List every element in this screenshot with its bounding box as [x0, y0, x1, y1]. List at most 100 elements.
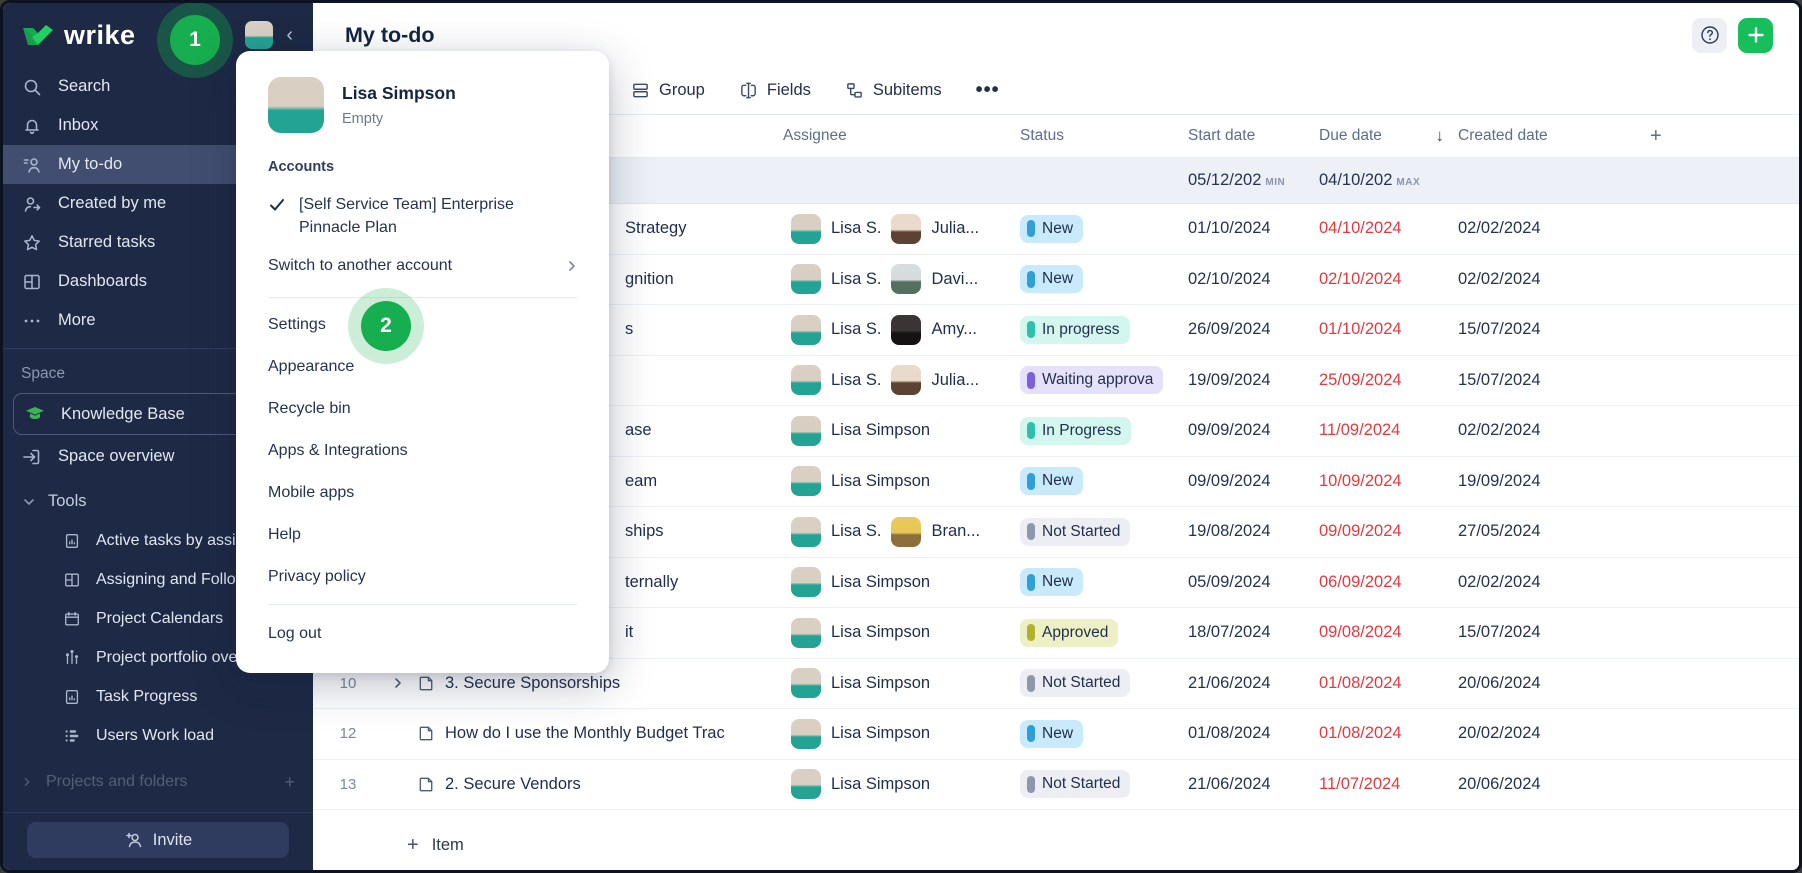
start-date[interactable]: 09/09/2024	[1188, 421, 1319, 440]
add-column-button[interactable]: +	[1640, 125, 1799, 148]
due-date[interactable]: 06/09/2024	[1319, 573, 1458, 592]
add-item-row[interactable]: + Item	[313, 820, 1799, 870]
column-header-start-date[interactable]: Start date	[1188, 127, 1319, 145]
column-header-due-date[interactable]: Due date ↓	[1319, 126, 1458, 146]
status-badge[interactable]: New	[1020, 720, 1083, 748]
table-row[interactable]: 132. Secure VendorsLisa SimpsonNot Start…	[313, 760, 1799, 811]
start-date[interactable]: 01/08/2024	[1188, 724, 1319, 743]
assignee-cell[interactable]: Lisa S.Julia...	[783, 214, 1020, 244]
status-cell: Not Started	[1020, 518, 1188, 546]
menu-item-help[interactable]: Help	[236, 514, 609, 556]
due-date[interactable]: 01/08/2024	[1319, 674, 1458, 693]
due-date[interactable]: 11/07/2024	[1319, 775, 1458, 794]
assignee-cell[interactable]: Lisa Simpson	[783, 466, 1020, 496]
column-header-assignee[interactable]: Assignee	[783, 127, 1020, 145]
user-name: Lisa Simpson	[342, 83, 456, 104]
start-date[interactable]: 21/06/2024	[1188, 775, 1319, 794]
group-label: Group	[659, 81, 705, 100]
due-date[interactable]: 01/10/2024	[1319, 320, 1458, 339]
start-date[interactable]: 05/09/2024	[1188, 573, 1319, 592]
assignee-name: Lisa Simpson	[831, 674, 930, 693]
due-date[interactable]: 04/10/2024	[1319, 219, 1458, 238]
status-badge[interactable]: Not Started	[1020, 669, 1130, 697]
sidebar-item-label: Task Progress	[96, 688, 197, 706]
status-badge[interactable]: Waiting approva	[1020, 366, 1163, 394]
due-date[interactable]: 11/09/2024	[1319, 421, 1458, 440]
task-name[interactable]: 2. Secure Vendors	[445, 775, 783, 794]
due-date[interactable]: 09/08/2024	[1319, 623, 1458, 642]
status-badge[interactable]: New	[1020, 265, 1083, 293]
menu-item-current-account[interactable]: [Self Service Team] Enterprise Pinnacle …	[236, 179, 609, 239]
column-header-created-date[interactable]: Created date	[1458, 127, 1640, 145]
menu-item-recycle-bin[interactable]: Recycle bin	[236, 388, 609, 430]
menu-item-mobile-apps[interactable]: Mobile apps	[236, 472, 609, 514]
due-date[interactable]: 02/10/2024	[1319, 270, 1458, 289]
due-date[interactable]: 01/08/2024	[1319, 724, 1458, 743]
assignee-cell[interactable]: Lisa Simpson	[783, 719, 1020, 749]
created-date: 02/02/2024	[1458, 219, 1640, 238]
task-name[interactable]: 3. Secure Sponsorships	[445, 674, 783, 693]
status-badge[interactable]: New	[1020, 568, 1083, 596]
invite-button[interactable]: Invite	[27, 822, 289, 858]
due-date[interactable]: 10/09/2024	[1319, 472, 1458, 491]
menu-item-privacy-policy[interactable]: Privacy policy	[236, 556, 609, 598]
avatar-lisa	[791, 719, 821, 749]
task-doc-icon	[413, 674, 445, 693]
subitems-button[interactable]: Subitems	[845, 81, 942, 101]
sidebar-item-projects-and-folders[interactable]: Projects and folders +	[3, 765, 313, 799]
avatar-lisa	[791, 517, 821, 547]
assignee-cell[interactable]: Lisa Simpson	[783, 668, 1020, 698]
start-date[interactable]: 01/10/2024	[1188, 219, 1319, 238]
start-date[interactable]: 21/06/2024	[1188, 674, 1319, 693]
menu-divider	[268, 604, 577, 605]
menu-item-appearance[interactable]: Appearance	[236, 346, 609, 388]
column-header-status[interactable]: Status	[1020, 127, 1188, 145]
fields-button[interactable]: Fields	[739, 81, 811, 101]
status-badge[interactable]: In Progress	[1020, 417, 1131, 445]
group-button[interactable]: Group	[631, 81, 705, 101]
created-date: 20/06/2024	[1458, 674, 1640, 693]
sidebar-item-task-progress[interactable]: Task Progress	[3, 677, 313, 716]
assignee-cell[interactable]: Lisa Simpson	[783, 769, 1020, 799]
status-badge[interactable]: New	[1020, 467, 1083, 495]
start-date[interactable]: 26/09/2024	[1188, 320, 1319, 339]
task-name[interactable]: How do I use the Monthly Budget Trac	[445, 724, 783, 743]
create-new-button[interactable]	[1738, 18, 1773, 53]
assignee-cell[interactable]: Lisa S.Julia...	[783, 365, 1020, 395]
due-date[interactable]: 09/09/2024	[1319, 522, 1458, 541]
menu-item-log-out[interactable]: Log out	[236, 611, 609, 657]
add-project-icon[interactable]: +	[284, 772, 295, 793]
help-button[interactable]	[1692, 18, 1727, 53]
start-date[interactable]: 02/10/2024	[1188, 270, 1319, 289]
status-badge[interactable]: Approved	[1020, 619, 1118, 647]
start-date[interactable]: 19/09/2024	[1188, 371, 1319, 390]
status-badge[interactable]: In progress	[1020, 316, 1130, 344]
status-badge[interactable]: Not Started	[1020, 518, 1130, 546]
user-avatar-small[interactable]	[245, 21, 273, 49]
due-date[interactable]: 25/09/2024	[1319, 371, 1458, 390]
assignee-cell[interactable]: Lisa S.Bran...	[783, 517, 1020, 547]
start-date[interactable]: 09/09/2024	[1188, 472, 1319, 491]
status-badge[interactable]: Not Started	[1020, 770, 1130, 798]
assignee-cell[interactable]: Lisa S.Amy...	[783, 315, 1020, 345]
assignee-cell[interactable]: Lisa S.Davi...	[783, 264, 1020, 294]
menu-item-apps-integrations[interactable]: Apps & Integrations	[236, 430, 609, 472]
sidebar-collapse-icon[interactable]: ‹	[282, 24, 297, 47]
sidebar-item-label: Inbox	[58, 116, 98, 135]
sidebar-item-users-work-load[interactable]: Users Work load	[3, 716, 313, 755]
sidebar-item-label: Space overview	[58, 447, 174, 466]
menu-item-switch-account[interactable]: Switch to another account	[236, 239, 609, 291]
menu-item-settings[interactable]: Settings2	[236, 304, 609, 346]
start-date[interactable]: 18/07/2024	[1188, 623, 1319, 642]
sort-descending-icon[interactable]: ↓	[1436, 126, 1459, 146]
table-row[interactable]: 12How do I use the Monthly Budget TracLi…	[313, 709, 1799, 760]
expand-subitems-icon[interactable]	[383, 676, 413, 690]
sidebar-item-label: Starred tasks	[58, 233, 155, 252]
assignee-cell[interactable]: Lisa Simpson	[783, 416, 1020, 446]
start-date[interactable]: 19/08/2024	[1188, 522, 1319, 541]
assignee-cell[interactable]: Lisa Simpson	[783, 618, 1020, 648]
status-badge[interactable]: New	[1020, 215, 1083, 243]
assignee-cell[interactable]: Lisa Simpson	[783, 567, 1020, 597]
toolbar-more-icon[interactable]: •••	[976, 79, 1000, 102]
avatar-lisa	[791, 466, 821, 496]
